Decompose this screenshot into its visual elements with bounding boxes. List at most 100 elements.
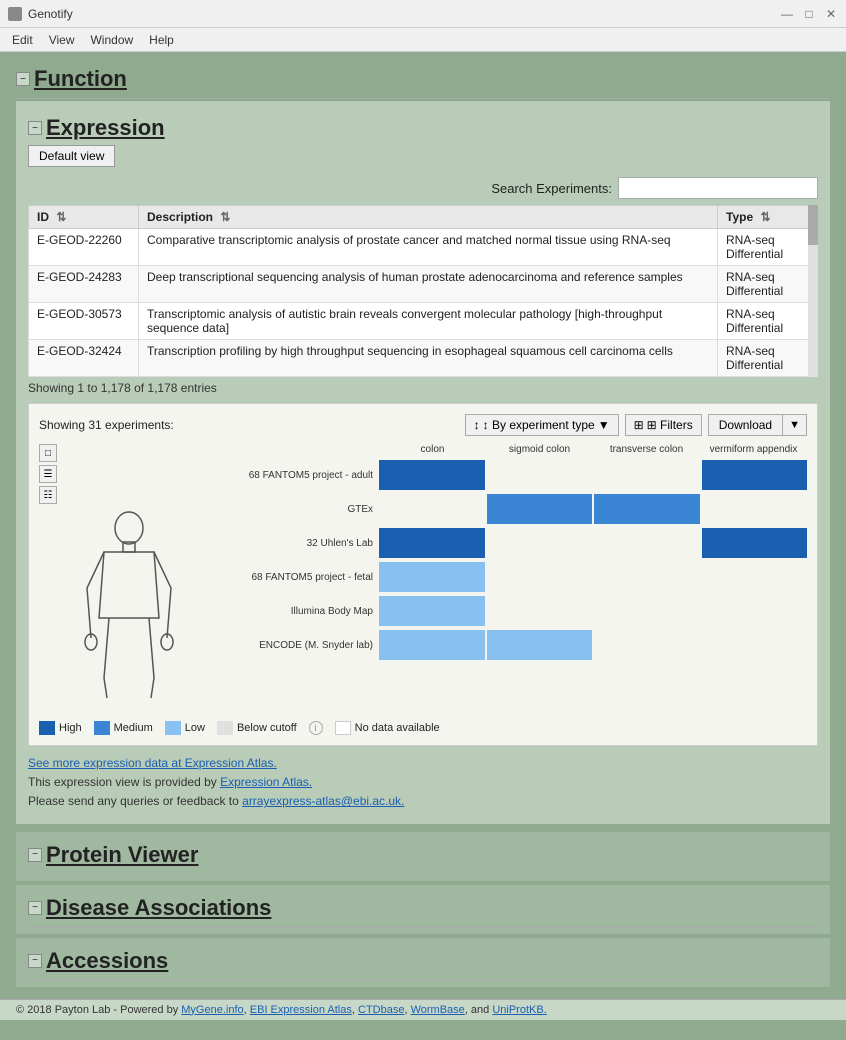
menu-edit[interactable]: Edit: [4, 31, 41, 49]
heatmap-row-cells: [379, 494, 807, 524]
disease-section: − Disease Associations: [16, 885, 830, 934]
low-label: Low: [185, 722, 205, 734]
experiments-table-wrapper: ID ⇅ Description ⇅ Type ⇅ E-GEOD-22260 C…: [28, 205, 818, 377]
row-description: Transcriptomic analysis of autistic brai…: [139, 303, 718, 340]
mygene-link[interactable]: MyGene.info: [181, 1004, 243, 1016]
col-description[interactable]: Description ⇅: [139, 206, 718, 229]
row-id: E-GEOD-22260: [29, 229, 139, 266]
disease-title: Disease Associations: [46, 895, 271, 921]
high-label: High: [59, 722, 82, 734]
close-button[interactable]: ✕: [824, 7, 838, 21]
heatmap-col-label: vermiform appendix: [700, 444, 807, 459]
body-svg: [69, 508, 189, 708]
heatmap-legend: High Medium Low Below cutoff i No da: [39, 721, 807, 735]
app-title: Genotify: [28, 7, 780, 21]
medium-label: Medium: [114, 722, 153, 734]
menu-view[interactable]: View: [41, 31, 83, 49]
expression-toggle[interactable]: −: [28, 121, 42, 135]
disease-section-header[interactable]: − Disease Associations: [28, 889, 818, 925]
heatmap-cell: [594, 596, 700, 626]
atlas-link[interactable]: See more expression data at Expression A…: [28, 756, 277, 770]
heatmap-cell: [702, 596, 808, 626]
sort-dropdown-icon: ▼: [598, 418, 610, 432]
no-data-swatch: [335, 721, 351, 735]
footer-text: © 2018 Payton Lab - Powered by: [16, 1004, 181, 1016]
email-link[interactable]: arrayexpress-atlas@ebi.ac.uk.: [242, 794, 404, 808]
function-title: Function: [34, 66, 127, 92]
body-ctrl-2[interactable]: ☰: [39, 465, 57, 483]
accessions-section-header[interactable]: − Accessions: [28, 942, 818, 978]
heatmap-cell: [702, 460, 808, 490]
heatmap-row-label: ENCODE (M. Snyder lab): [219, 640, 379, 651]
heatmap-cell: [594, 630, 700, 660]
body-ctrl-1[interactable]: □: [39, 444, 57, 462]
table-scrollbar[interactable]: [808, 205, 818, 377]
default-view-button[interactable]: Default view: [28, 145, 115, 167]
expression-section-header[interactable]: − Expression: [28, 109, 818, 145]
sort-btn-label: ↕ By experiment type: [483, 418, 595, 432]
function-divider: [16, 98, 830, 99]
window-controls: — □ ✕: [780, 7, 838, 21]
heatmap-cell: [487, 562, 593, 592]
heatmap-row: 68 FANTOM5 project - adult: [219, 459, 807, 491]
menu-help[interactable]: Help: [141, 31, 182, 49]
download-dropdown-button[interactable]: ▼: [783, 415, 806, 435]
table-row: E-GEOD-24283 Deep transcriptional sequen…: [29, 266, 818, 303]
heatmap-cell: [379, 562, 485, 592]
search-label: Search Experiments:: [491, 181, 612, 196]
heatmap-row-label: 68 FANTOM5 project - adult: [219, 470, 379, 481]
heatmap-row-cells: [379, 596, 807, 626]
expression-section: − Expression Default view Search Experim…: [16, 101, 830, 824]
below-swatch: [217, 721, 233, 735]
info-icon[interactable]: i: [309, 721, 323, 735]
row-description: Deep transcriptional sequencing analysis…: [139, 266, 718, 303]
heatmap-row-label: GTEx: [219, 504, 379, 515]
heatmap-cell: [379, 596, 485, 626]
heatmap-cell: [379, 528, 485, 558]
download-button-group: Download ▼: [708, 414, 807, 436]
body-ctrl-3[interactable]: ☷: [39, 486, 57, 504]
body-figure: [69, 508, 189, 711]
col-type[interactable]: Type ⇅: [718, 206, 818, 229]
protein-viewer-toggle[interactable]: −: [28, 848, 42, 862]
filters-button[interactable]: ⊞ ⊞ Filters: [625, 414, 702, 436]
heatmap-row-label: 68 FANTOM5 project - fetal: [219, 572, 379, 583]
ctdbase-link[interactable]: CTDbase: [358, 1004, 404, 1016]
function-toggle[interactable]: −: [16, 72, 30, 86]
download-button[interactable]: Download: [709, 415, 783, 435]
heatmap-row-label: Illumina Body Map: [219, 606, 379, 617]
minimize-button[interactable]: —: [780, 7, 794, 21]
below-label: Below cutoff: [237, 722, 297, 734]
accessions-toggle[interactable]: −: [28, 954, 42, 968]
heatmap-column-headers: colonsigmoid colontransverse colonvermif…: [219, 444, 807, 459]
disease-toggle[interactable]: −: [28, 901, 42, 915]
heatmap-body: □ ☰ ☷: [39, 444, 807, 711]
row-type: RNA-seq Differential: [718, 340, 818, 377]
ebi-link[interactable]: EBI Expression Atlas: [250, 1004, 352, 1016]
heatmap-row: 68 FANTOM5 project - fetal: [219, 561, 807, 593]
heatmap-section: Showing 31 experiments: ↕ ↕ By experimen…: [28, 403, 818, 746]
expression-title: Expression: [46, 115, 165, 141]
heatmap-row-cells: [379, 460, 807, 490]
row-id: E-GEOD-24283: [29, 266, 139, 303]
heatmap-header: Showing 31 experiments: ↕ ↕ By experimen…: [39, 414, 807, 436]
heatmap-cell: [487, 494, 593, 524]
sort-by-type-button[interactable]: ↕ ↕ By experiment type ▼: [465, 414, 619, 436]
heatmap-row-label: 32 Uhlen's Lab: [219, 538, 379, 549]
search-experiments-input[interactable]: [618, 177, 818, 199]
accessions-divider: [28, 980, 818, 981]
menu-window[interactable]: Window: [82, 31, 141, 49]
heatmap-cell: [379, 494, 485, 524]
id-sort-icon: ⇅: [56, 210, 66, 224]
maximize-button[interactable]: □: [802, 7, 816, 21]
protein-viewer-header[interactable]: − Protein Viewer: [28, 836, 818, 872]
expression-atlas-link[interactable]: Expression Atlas.: [220, 775, 312, 789]
accessions-section: − Accessions: [16, 938, 830, 987]
wormbase-link[interactable]: WormBase: [411, 1004, 465, 1016]
col-id[interactable]: ID ⇅: [29, 206, 139, 229]
heatmap-col-label: sigmoid colon: [486, 444, 593, 459]
heatmap-row-cells: [379, 562, 807, 592]
uniprot-link[interactable]: UniProtKB.: [492, 1004, 546, 1016]
function-section-header[interactable]: − Function: [16, 60, 830, 96]
row-type: RNA-seq Differential: [718, 303, 818, 340]
